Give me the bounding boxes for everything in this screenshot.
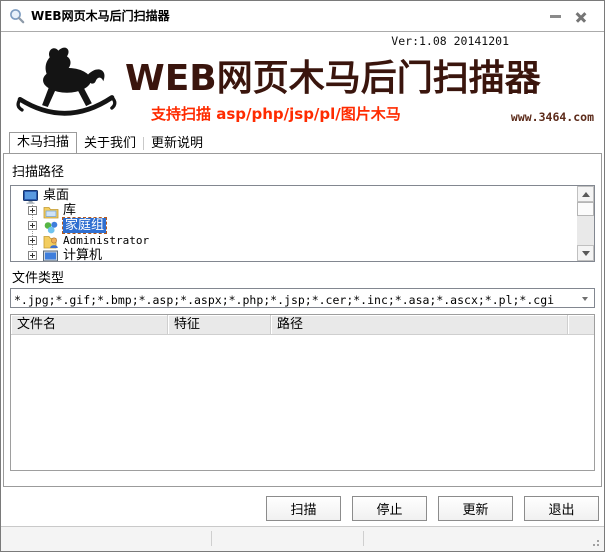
- column-header-spacer: [568, 315, 594, 334]
- scroll-up-button[interactable]: [577, 186, 594, 202]
- column-header-path[interactable]: 路径: [271, 315, 568, 334]
- tree-scrollbar[interactable]: [577, 186, 594, 261]
- minimize-button[interactable]: [542, 8, 568, 25]
- combo-dropdown-icon[interactable]: [582, 297, 588, 301]
- status-separator: [211, 531, 212, 546]
- tagline: 支持扫描 asp/php/jsp/pl/图片木马: [151, 103, 401, 124]
- tree-item-label: 桌面: [43, 188, 69, 203]
- title-bar: WEB网页木马后门扫描器: [1, 1, 604, 32]
- expand-plus-icon[interactable]: [28, 206, 37, 215]
- column-header-filename[interactable]: 文件名: [11, 315, 168, 334]
- tab-bar: 木马扫描 关于我们 更新说明: [1, 133, 604, 153]
- tree-item-computer[interactable]: 计算机: [11, 248, 576, 262]
- rocking-horse-logo: [13, 42, 119, 130]
- expand-plus-icon[interactable]: [28, 236, 37, 245]
- tab-about-us[interactable]: 关于我们: [77, 134, 143, 153]
- update-button[interactable]: 更新: [438, 496, 513, 521]
- scan-button[interactable]: 扫描: [266, 496, 341, 521]
- window-title: WEB网页木马后门扫描器: [31, 1, 170, 31]
- tree-item-homegroup[interactable]: 家庭组: [11, 218, 576, 233]
- tree-item-libraries[interactable]: 库: [11, 203, 576, 218]
- version-text: Ver:1.08 20141201: [391, 34, 509, 48]
- minimize-icon: [550, 15, 561, 18]
- arrow-down-icon: [582, 251, 590, 256]
- user-folder-icon: [43, 234, 59, 248]
- homegroup-icon: [43, 219, 59, 233]
- tree-item-label: Administrator: [63, 233, 149, 248]
- libraries-folder-icon: [43, 204, 59, 218]
- scroll-down-button[interactable]: [577, 245, 594, 261]
- expand-plus-icon[interactable]: [28, 251, 37, 260]
- tree-item-label-selected: 家庭组: [63, 218, 106, 233]
- expand-plus-icon[interactable]: [28, 221, 37, 230]
- header: Ver:1.08 20141201 WEB网页木马后门扫描器 支持扫描 asp/…: [1, 32, 604, 133]
- scan-tab-panel: 扫描路径 桌面: [3, 153, 602, 487]
- scan-path-label: 扫描路径: [12, 161, 64, 180]
- tree-item-administrator[interactable]: Administrator: [11, 233, 576, 248]
- status-separator: [363, 531, 364, 546]
- magnifier-icon: [9, 8, 25, 24]
- action-button-row: 扫描 停止 更新 退出: [3, 496, 599, 521]
- computer-icon: [43, 249, 59, 263]
- status-bar: [1, 526, 604, 551]
- app-title: WEB网页木马后门扫描器: [125, 49, 541, 101]
- arrow-up-icon: [582, 192, 590, 197]
- results-table-body[interactable]: [11, 335, 594, 471]
- resize-grip[interactable]: [589, 536, 599, 546]
- file-type-input[interactable]: [11, 291, 594, 309]
- scan-path-tree[interactable]: 桌面 库: [10, 185, 595, 262]
- exit-button[interactable]: 退出: [524, 496, 599, 521]
- file-type-label: 文件类型: [12, 267, 64, 286]
- close-button[interactable]: [568, 8, 594, 25]
- stop-button[interactable]: 停止: [352, 496, 427, 521]
- tree-item-label: 库: [63, 203, 76, 218]
- app-window: WEB网页木马后门扫描器 Ver:1.08 20141201 WEB网页木马后门…: [0, 0, 605, 552]
- close-icon: [575, 11, 587, 23]
- desktop-icon: [23, 189, 39, 203]
- results-table-header: 文件名 特征 路径: [11, 315, 594, 335]
- results-table: 文件名 特征 路径: [10, 314, 595, 471]
- website-text: www.3464.com: [511, 110, 594, 124]
- tab-update-notes[interactable]: 更新说明: [144, 134, 210, 153]
- column-header-signature[interactable]: 特征: [168, 315, 271, 334]
- tree-item-desktop[interactable]: 桌面: [11, 188, 576, 203]
- tab-trojan-scan[interactable]: 木马扫描: [9, 132, 77, 153]
- tree-item-label: 计算机: [63, 248, 102, 262]
- scrollbar-thumb[interactable]: [577, 202, 594, 216]
- file-type-combo: [10, 288, 595, 308]
